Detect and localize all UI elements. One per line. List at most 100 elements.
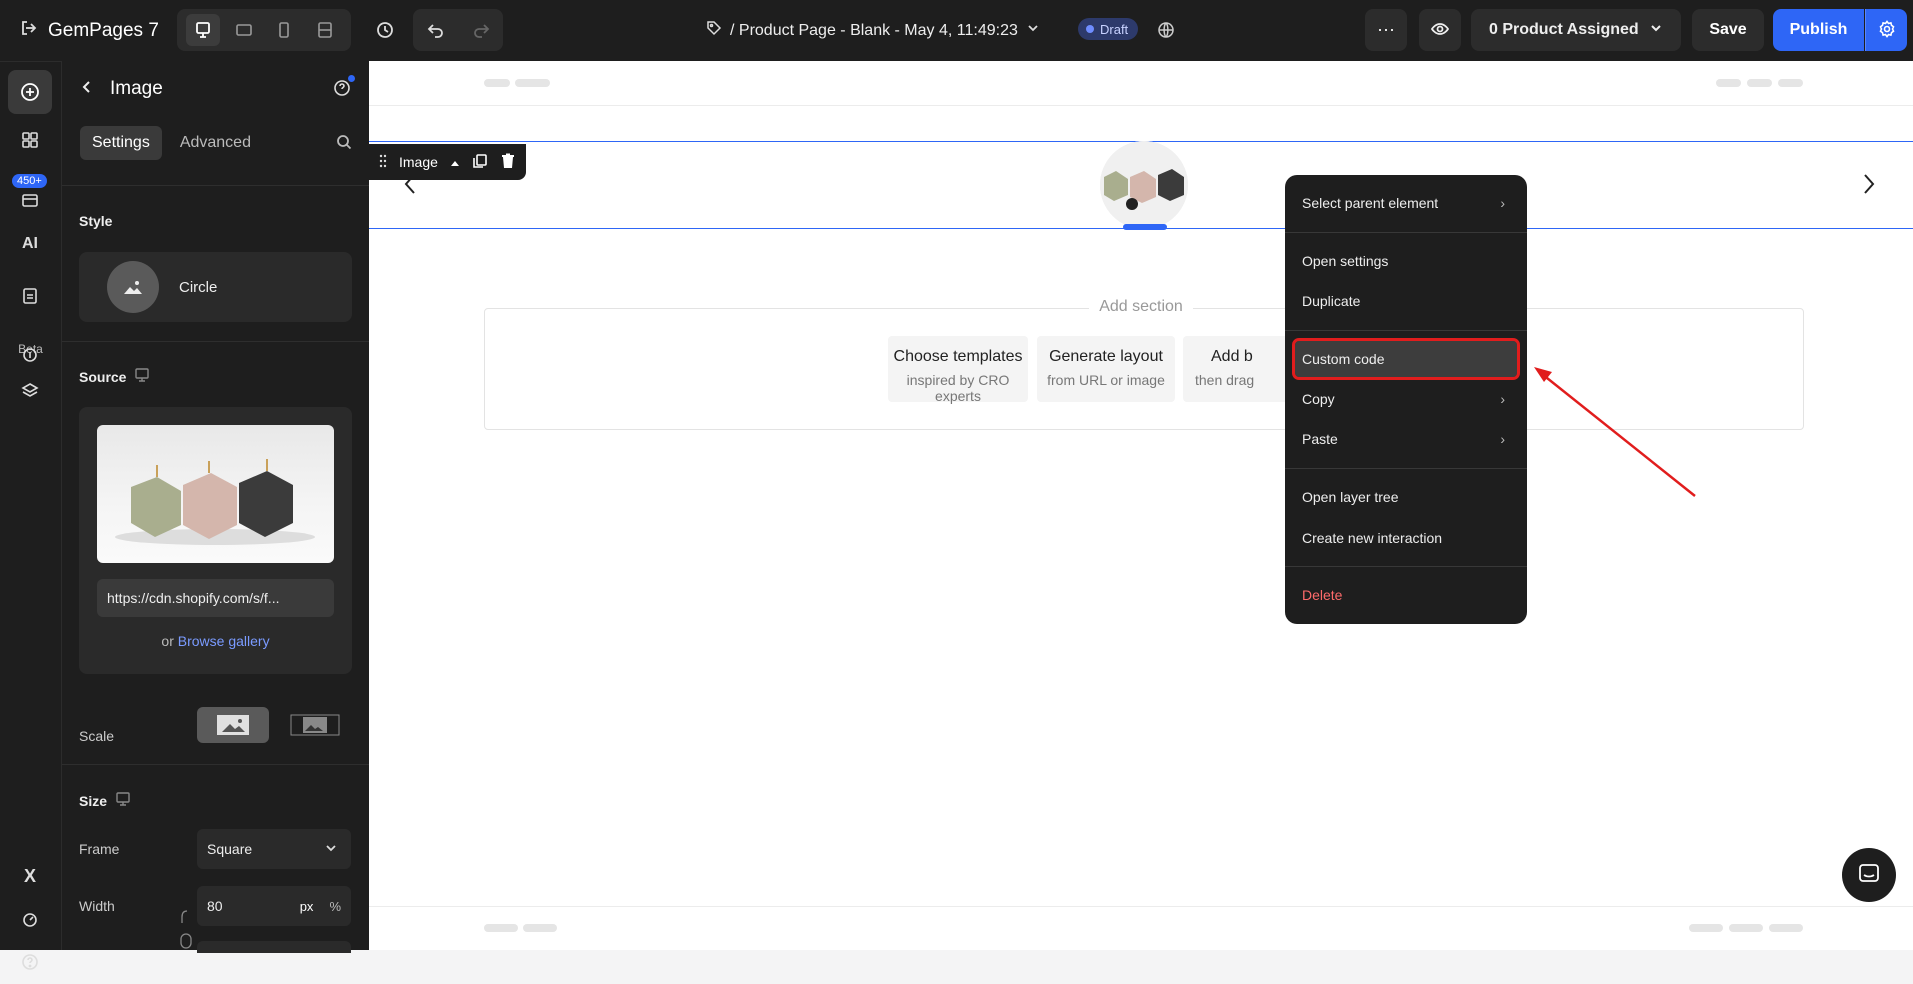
header-placeholder: [1747, 79, 1772, 87]
mobile-icon[interactable]: [267, 14, 301, 46]
drag-handle-icon[interactable]: [379, 154, 387, 171]
size-title: Size: [79, 792, 108, 809]
publish-settings-button[interactable]: [1865, 9, 1907, 51]
trash-icon[interactable]: [500, 153, 516, 172]
redo-icon[interactable]: [458, 9, 503, 51]
selected-image[interactable]: [1100, 141, 1188, 229]
option-subtitle: inspired by CRO experts: [906, 372, 1010, 404]
desktop-icon: [134, 367, 150, 386]
notification-dot: [348, 75, 355, 82]
page-title-text: / Product Page - Blank - May 4, 11:49:23: [730, 21, 1018, 39]
option-title: Generate layout: [1049, 348, 1163, 365]
back-icon[interactable]: [80, 78, 94, 100]
option-subtitle: then drag: [1195, 372, 1255, 388]
unit-percent[interactable]: %: [329, 899, 341, 914]
element-tag-label[interactable]: Image: [399, 154, 438, 170]
chevron-right-icon: ›: [1500, 195, 1505, 211]
panel-title: Image: [110, 78, 163, 99]
globe-icon[interactable]: [1152, 16, 1180, 44]
scale-fit-icon[interactable]: [279, 707, 351, 743]
help-icon[interactable]: [8, 940, 52, 984]
width-input[interactable]: 80 px %: [197, 886, 351, 926]
scale-fill-icon[interactable]: [197, 707, 269, 743]
header-placeholder: [1778, 79, 1803, 87]
duplicate-icon[interactable]: [472, 153, 488, 172]
add-blocks-button[interactable]: Add b then drag: [1183, 336, 1289, 402]
header-placeholder: [484, 79, 510, 87]
responsive-icon[interactable]: [308, 14, 342, 46]
brand-name[interactable]: GemPages 7: [48, 20, 159, 42]
next-input-field[interactable]: [197, 941, 351, 953]
source-card: https://cdn.shopify.com/s/f... or Browse…: [79, 407, 352, 674]
footer-placeholder: [1729, 924, 1763, 932]
ai-icon[interactable]: AI: [8, 222, 52, 266]
menu-item-create-interaction[interactable]: Create new interaction: [1295, 520, 1517, 556]
chevron-down-icon: [325, 841, 337, 857]
layers-icon[interactable]: [8, 369, 52, 413]
pages-icon[interactable]: [8, 274, 52, 318]
menu-item-duplicate[interactable]: Duplicate: [1295, 283, 1517, 319]
product-assign-label: 0 Product Assigned: [1489, 21, 1639, 38]
speed-icon[interactable]: [8, 897, 52, 941]
footer-placeholder: [484, 924, 518, 932]
frame-select[interactable]: Square: [197, 829, 351, 869]
image-slider-section[interactable]: [369, 141, 1913, 229]
left-rail: 450+ AI Beta X: [0, 61, 61, 970]
option-title: Choose templates: [893, 348, 1023, 365]
context-menu: Select parent element › Open settings Du…: [1285, 175, 1527, 624]
footer-placeholder: [1769, 924, 1803, 932]
frame-label: Frame: [79, 841, 120, 857]
image-url-input[interactable]: https://cdn.shopify.com/s/f...: [97, 579, 334, 617]
menu-divider: [1285, 330, 1527, 331]
source-title: Source: [79, 368, 127, 385]
save-button[interactable]: Save: [1692, 9, 1764, 51]
menu-item-label: Open settings: [1302, 253, 1389, 269]
history-icon[interactable]: [364, 9, 406, 51]
page-title[interactable]: / Product Page - Blank - May 4, 11:49:23: [706, 0, 1040, 61]
tablet-landscape-icon[interactable]: [227, 14, 261, 46]
caret-up-icon[interactable]: [450, 154, 460, 170]
menu-item-open-settings[interactable]: Open settings: [1295, 243, 1517, 279]
menu-divider: [1285, 232, 1527, 233]
preview-button[interactable]: [1419, 9, 1461, 51]
unit-px[interactable]: px: [300, 899, 314, 914]
source-section-title: Source: [79, 367, 150, 386]
search-icon[interactable]: [336, 134, 352, 153]
frame-value: Square: [207, 841, 253, 857]
scale-toggle: [197, 707, 352, 743]
style-option-card[interactable]: Circle: [79, 252, 352, 322]
header-placeholder: [1716, 79, 1741, 87]
menu-item-paste[interactable]: Paste ›: [1295, 421, 1517, 457]
undo-icon[interactable]: [413, 9, 458, 51]
exit-icon[interactable]: [20, 19, 38, 42]
menu-item-open-layer-tree[interactable]: Open layer tree: [1295, 479, 1517, 515]
generate-layout-button[interactable]: Generate layout from URL or image: [1037, 336, 1175, 402]
tab-settings[interactable]: Settings: [80, 126, 162, 160]
chevron-down-icon: [1026, 21, 1040, 40]
desktop-icon: [115, 791, 131, 810]
chevron-right-icon[interactable]: [1862, 170, 1876, 202]
more-options-button[interactable]: ⋯: [1365, 9, 1407, 51]
publish-button[interactable]: Publish: [1773, 9, 1864, 51]
menu-item-delete[interactable]: Delete: [1295, 577, 1517, 613]
menu-item-select-parent[interactable]: Select parent element ›: [1295, 185, 1517, 221]
add-element-icon[interactable]: [8, 70, 52, 114]
chat-support-button[interactable]: [1842, 848, 1896, 902]
x-icon[interactable]: X: [8, 854, 52, 898]
link-icon[interactable]: [179, 909, 193, 952]
choose-templates-button[interactable]: Choose templates inspired by CRO experts: [888, 336, 1028, 404]
menu-item-copy[interactable]: Copy ›: [1295, 381, 1517, 417]
sections-icon[interactable]: [8, 118, 52, 162]
resize-handle[interactable]: [1123, 224, 1167, 230]
tab-advanced[interactable]: Advanced: [168, 126, 263, 160]
desktop-icon[interactable]: [186, 14, 221, 46]
help-icon[interactable]: [332, 75, 355, 104]
image-thumbnail[interactable]: [97, 425, 334, 563]
templates-icon[interactable]: [8, 178, 52, 222]
menu-item-custom-code[interactable]: Custom code: [1292, 338, 1520, 380]
browse-gallery-link[interactable]: Browse gallery: [178, 633, 270, 649]
product-assign-dropdown[interactable]: 0 Product Assigned: [1471, 9, 1681, 51]
scale-label: Scale: [79, 728, 115, 744]
status-dot: [1086, 25, 1094, 33]
width-label: Width: [79, 898, 115, 914]
